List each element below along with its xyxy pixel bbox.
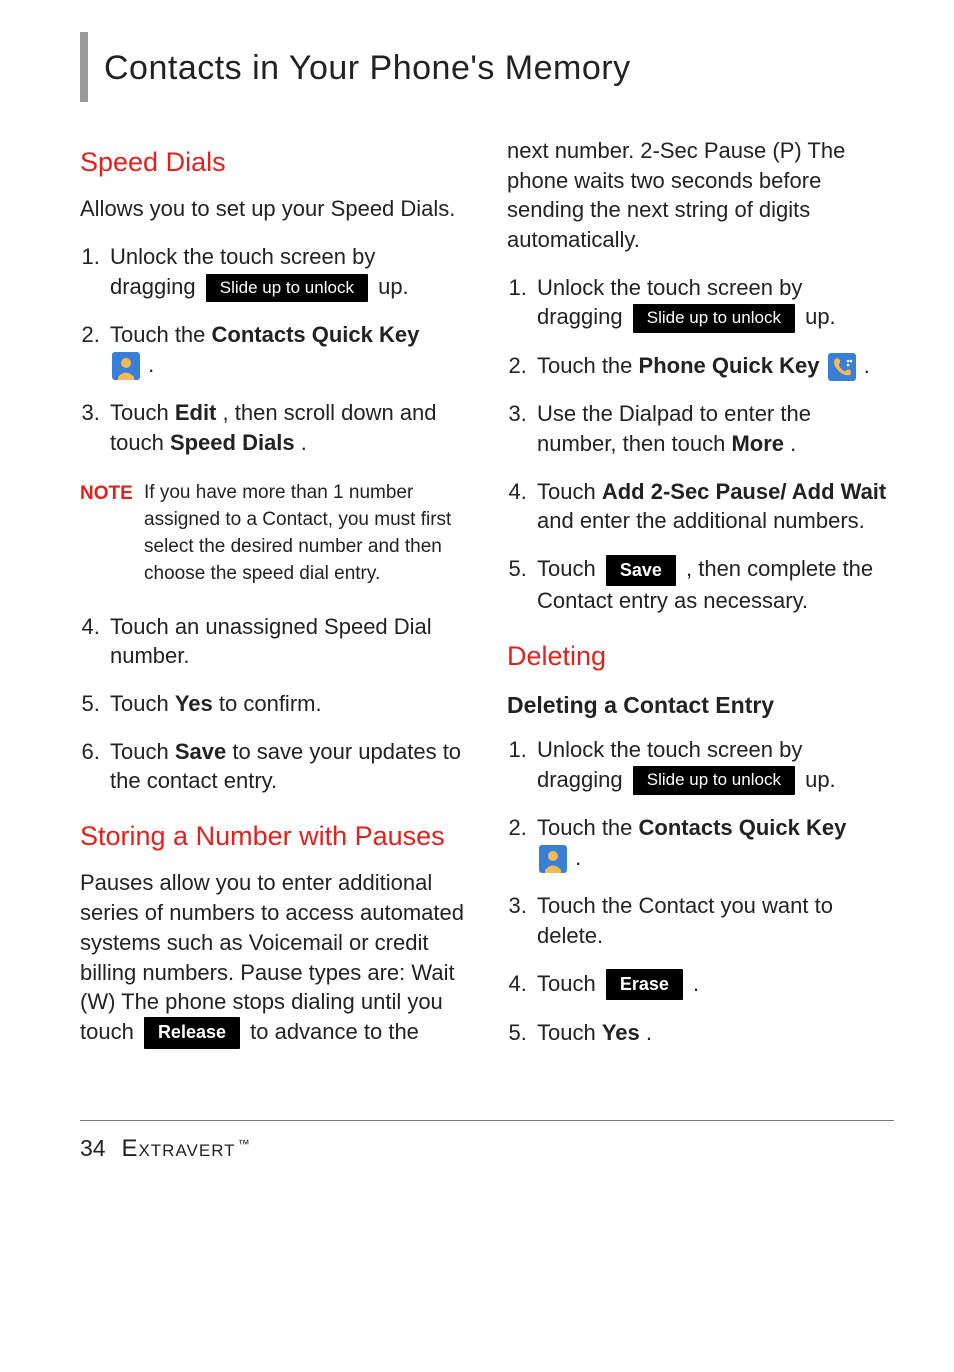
list-item: Unlock the touch screen by dragging Slid… xyxy=(106,242,467,302)
step-text: up. xyxy=(805,304,836,329)
left-column: Speed Dials Allows you to set up your Sp… xyxy=(80,136,467,1070)
section-heading-speed-dials: Speed Dials xyxy=(80,144,467,180)
list-item: Touch Yes . xyxy=(533,1018,894,1048)
slide-up-chip: Slide up to unlock xyxy=(206,274,368,303)
manual-page: Contacts in Your Phone's Memory Speed Di… xyxy=(0,0,954,1372)
subheading-deleting-entry: Deleting a Contact Entry xyxy=(507,690,894,721)
step-text: Touch xyxy=(110,739,175,764)
list-item: Touch Save to save your updates to the c… xyxy=(106,737,467,796)
note-body: If you have more than 1 number assigned … xyxy=(144,480,467,588)
step-text: Touch xyxy=(537,479,602,504)
step-text: . xyxy=(646,1020,652,1045)
speed-dials-intro: Allows you to set up your Speed Dials. xyxy=(80,194,467,224)
list-item: Touch an unassigned Speed Dial number. xyxy=(106,612,467,671)
list-item: Touch Add 2-Sec Pause/ Add Wait and ente… xyxy=(533,477,894,536)
step-bold: Contacts Quick Key xyxy=(212,322,420,347)
brand-name: Extravert xyxy=(121,1135,235,1162)
step-bold: Save xyxy=(175,739,226,764)
page-title-wrap: Contacts in Your Phone's Memory xyxy=(80,36,894,102)
list-item: Use the Dialpad to enter the number, the… xyxy=(533,399,894,458)
slide-up-chip: Slide up to unlock xyxy=(633,766,795,795)
save-chip: Save xyxy=(606,555,676,586)
list-item: Touch Save , then complete the Contact e… xyxy=(533,554,894,616)
step-bold: Yes xyxy=(602,1020,640,1045)
right-column: next number. 2-Sec Pause (P) The phone w… xyxy=(507,136,894,1070)
list-item: Touch Erase . xyxy=(533,969,894,1001)
step-text: Touch the xyxy=(537,815,639,840)
speed-dials-steps-cont: Touch an unassigned Speed Dial number. T… xyxy=(80,612,467,796)
list-item: Touch Yes to confirm. xyxy=(106,689,467,719)
step-text: . xyxy=(790,431,796,456)
step-bold: More xyxy=(731,431,784,456)
step-bold: Phone Quick Key xyxy=(639,353,820,378)
step-text: . xyxy=(864,353,870,378)
list-item: Touch the Contacts Quick Key . xyxy=(533,813,894,873)
pauses-steps: Unlock the touch screen by dragging Slid… xyxy=(507,273,894,616)
section-heading-pauses: Storing a Number with Pauses xyxy=(80,818,467,854)
step-text: Touch the xyxy=(537,353,639,378)
note-block: NOTE If you have more than 1 number assi… xyxy=(80,480,467,588)
slide-up-chip: Slide up to unlock xyxy=(633,304,795,333)
step-text: up. xyxy=(378,274,409,299)
title-accent-bar xyxy=(80,32,88,102)
deleting-steps: Unlock the touch screen by dragging Slid… xyxy=(507,735,894,1048)
step-bold: Speed Dials xyxy=(170,430,295,455)
erase-chip: Erase xyxy=(606,969,683,1000)
contacts-icon xyxy=(112,352,140,380)
page-title: Contacts in Your Phone's Memory xyxy=(104,46,631,92)
step-text: Touch xyxy=(537,1020,602,1045)
step-bold: Yes xyxy=(175,691,213,716)
footer-rule xyxy=(80,1120,894,1121)
pauses-intro: Pauses allow you to enter additional ser… xyxy=(80,868,467,1048)
pauses-intro-cont: next number. 2-Sec Pause (P) The phone w… xyxy=(507,136,894,255)
note-label: NOTE xyxy=(80,480,144,588)
list-item: Touch the Contact you want to delete. xyxy=(533,891,894,950)
phone-icon xyxy=(828,353,856,381)
step-text: Touch xyxy=(537,556,602,581)
section-heading-deleting: Deleting xyxy=(507,638,894,674)
step-text: Touch xyxy=(537,971,602,996)
page-number: 34 xyxy=(80,1135,106,1161)
step-bold: Contacts Quick Key xyxy=(639,815,847,840)
step-bold: Add 2-Sec Pause/ Add Wait xyxy=(602,479,886,504)
release-chip: Release xyxy=(144,1017,240,1048)
contacts-icon xyxy=(539,845,567,873)
step-text: up. xyxy=(805,767,836,792)
body-text: to advance to the xyxy=(250,1019,419,1044)
list-item: Touch Edit , then scroll down and touch … xyxy=(106,398,467,457)
step-text: . xyxy=(301,430,307,455)
step-text: Touch xyxy=(110,691,175,716)
step-text: Touch the Contact you want to delete. xyxy=(537,893,833,948)
step-text: . xyxy=(693,971,699,996)
step-text: and enter the additional numbers. xyxy=(537,508,865,533)
speed-dials-steps: Unlock the touch screen by dragging Slid… xyxy=(80,242,467,458)
step-text: to confirm. xyxy=(219,691,322,716)
step-text: Touch an unassigned Speed Dial number. xyxy=(110,614,432,669)
page-footer: 34 Extravert™ xyxy=(80,1133,894,1165)
list-item: Unlock the touch screen by dragging Slid… xyxy=(533,735,894,795)
list-item: Unlock the touch screen by dragging Slid… xyxy=(533,273,894,333)
step-bold: Edit xyxy=(175,400,217,425)
list-item: Touch the Contacts Quick Key . xyxy=(106,320,467,380)
step-text: . xyxy=(148,352,154,377)
list-item: Touch the Phone Quick Key . xyxy=(533,351,894,381)
body-text: Pauses allow you to enter additional ser… xyxy=(80,870,464,1043)
content-columns: Speed Dials Allows you to set up your Sp… xyxy=(80,136,894,1070)
step-text: Touch xyxy=(110,400,175,425)
step-text: . xyxy=(575,845,581,870)
step-text: Touch the xyxy=(110,322,212,347)
trademark-symbol: ™ xyxy=(238,1137,250,1151)
